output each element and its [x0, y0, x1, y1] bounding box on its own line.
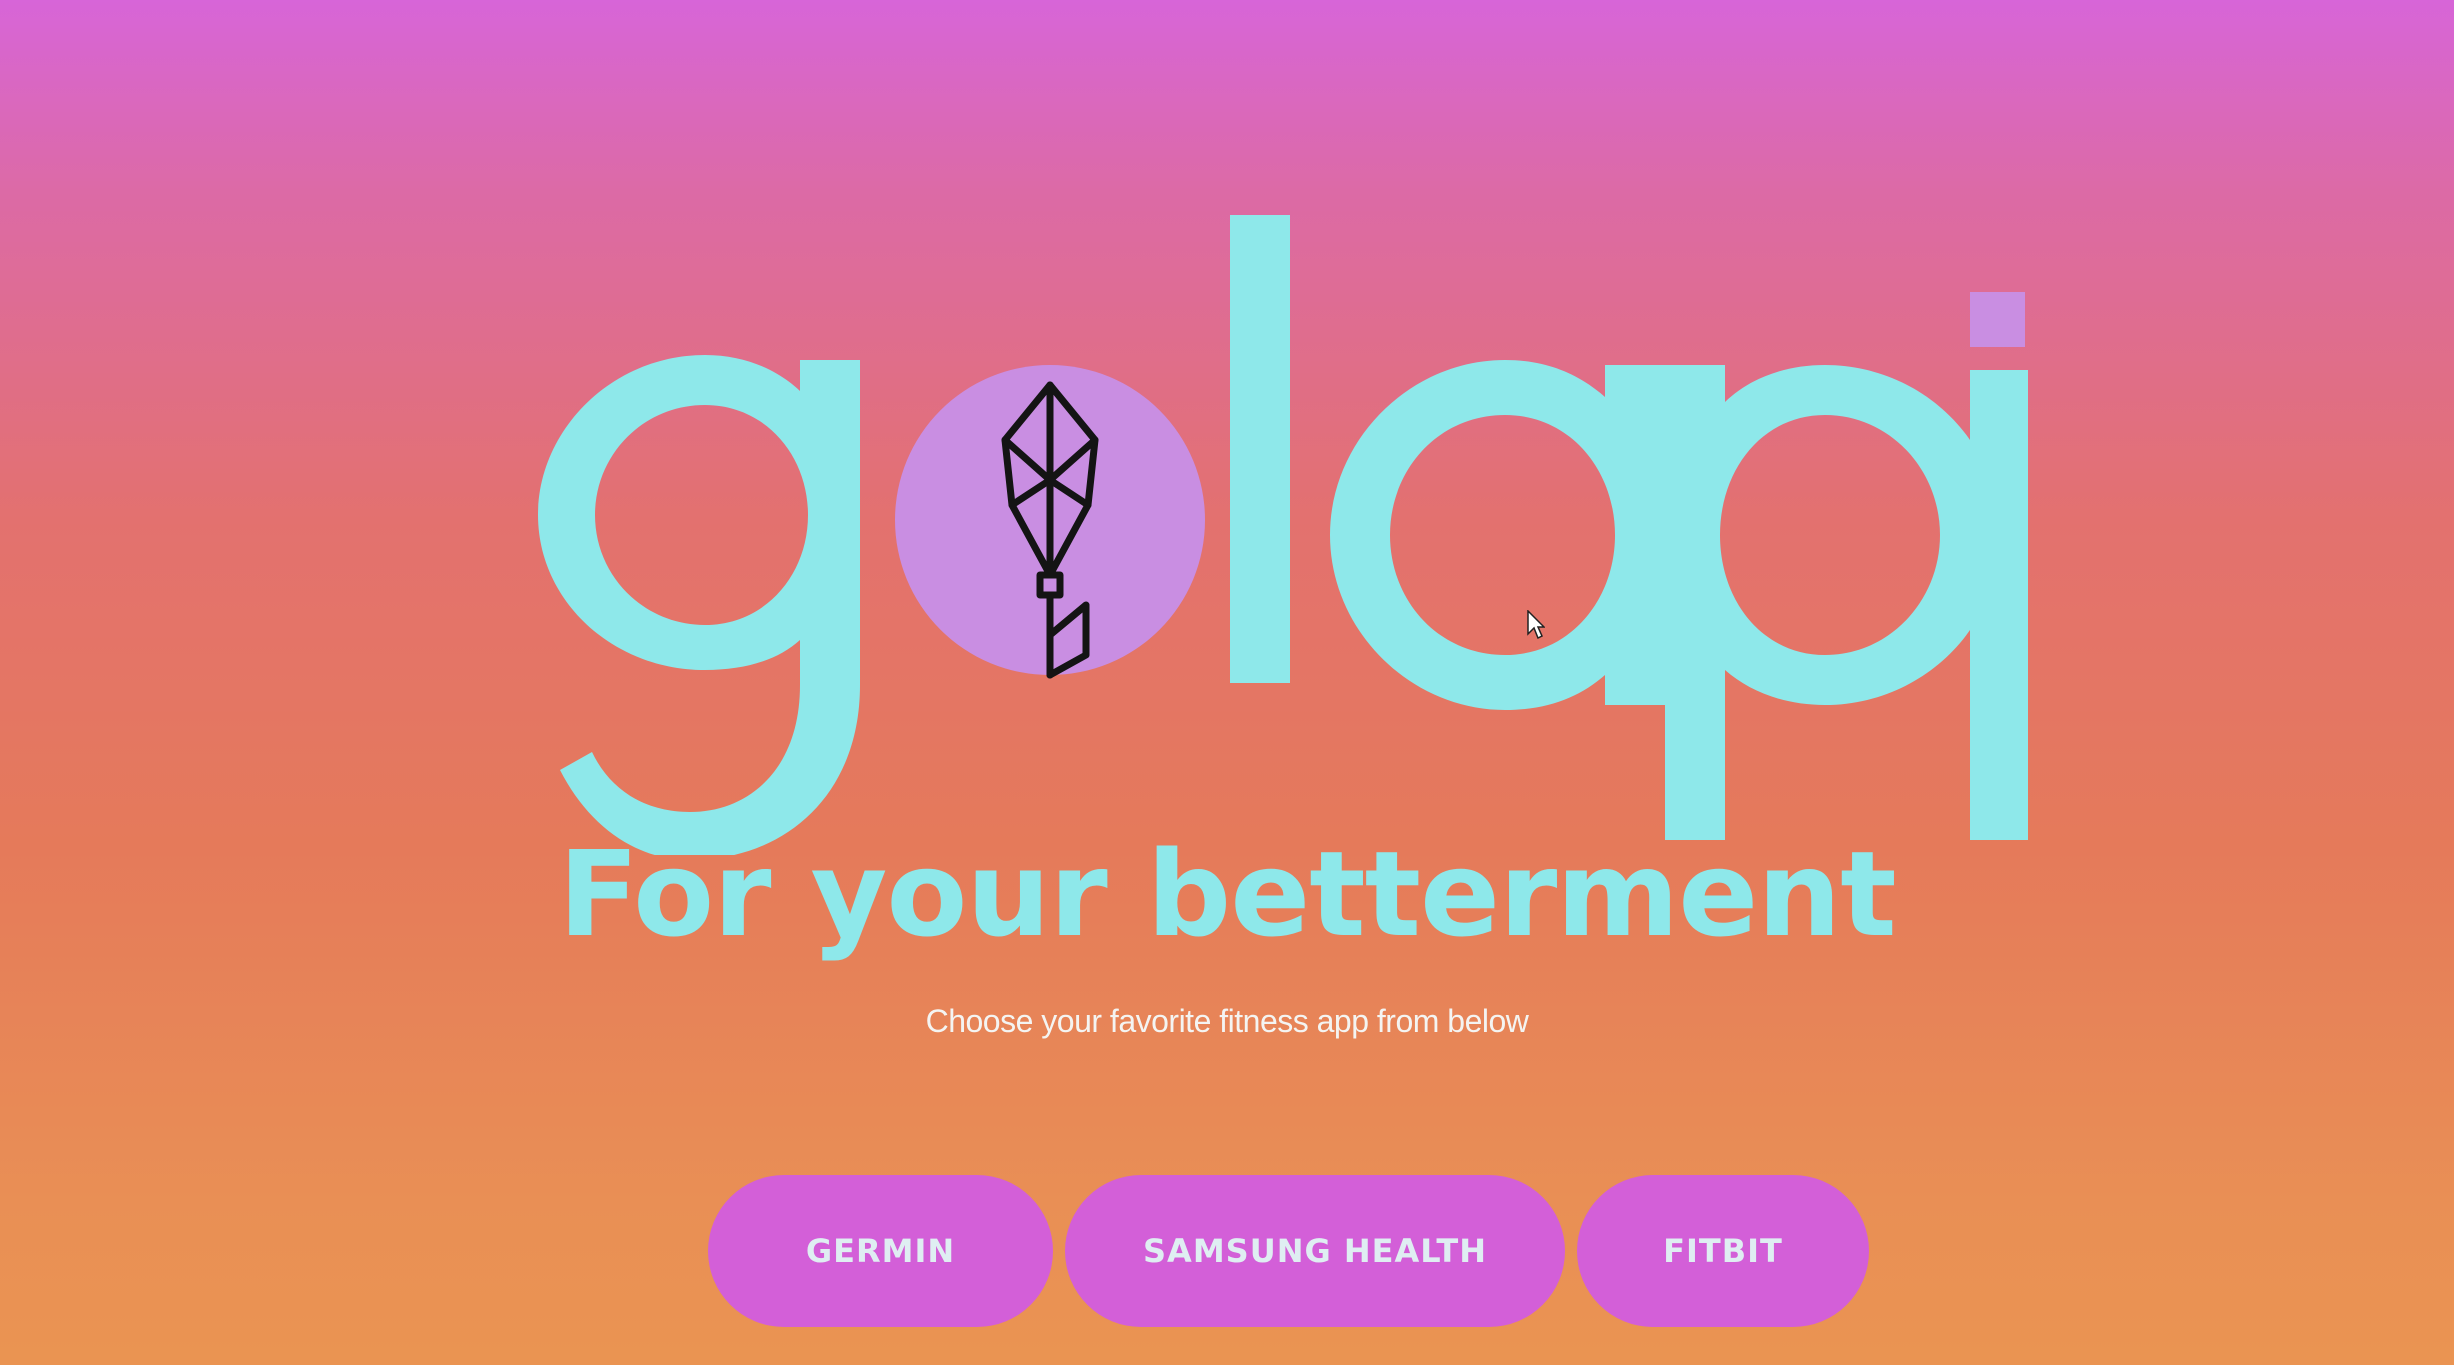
fitness-app-buttons: GERMIN SAMSUNG HEALTH FITBIT [708, 1175, 1869, 1327]
fitbit-button[interactable]: FITBIT [1577, 1175, 1869, 1327]
tagline: For your betterment [558, 825, 1896, 963]
landing-page: For your betterment Choose your favorite… [0, 0, 2454, 1365]
golapi-logo [530, 215, 2040, 855]
germin-button[interactable]: GERMIN [708, 1175, 1053, 1327]
mouse-cursor-icon [1527, 610, 1545, 640]
samsung-health-button[interactable]: SAMSUNG HEALTH [1065, 1175, 1565, 1327]
subtitle: Choose your favorite fitness app from be… [925, 1003, 1529, 1039]
